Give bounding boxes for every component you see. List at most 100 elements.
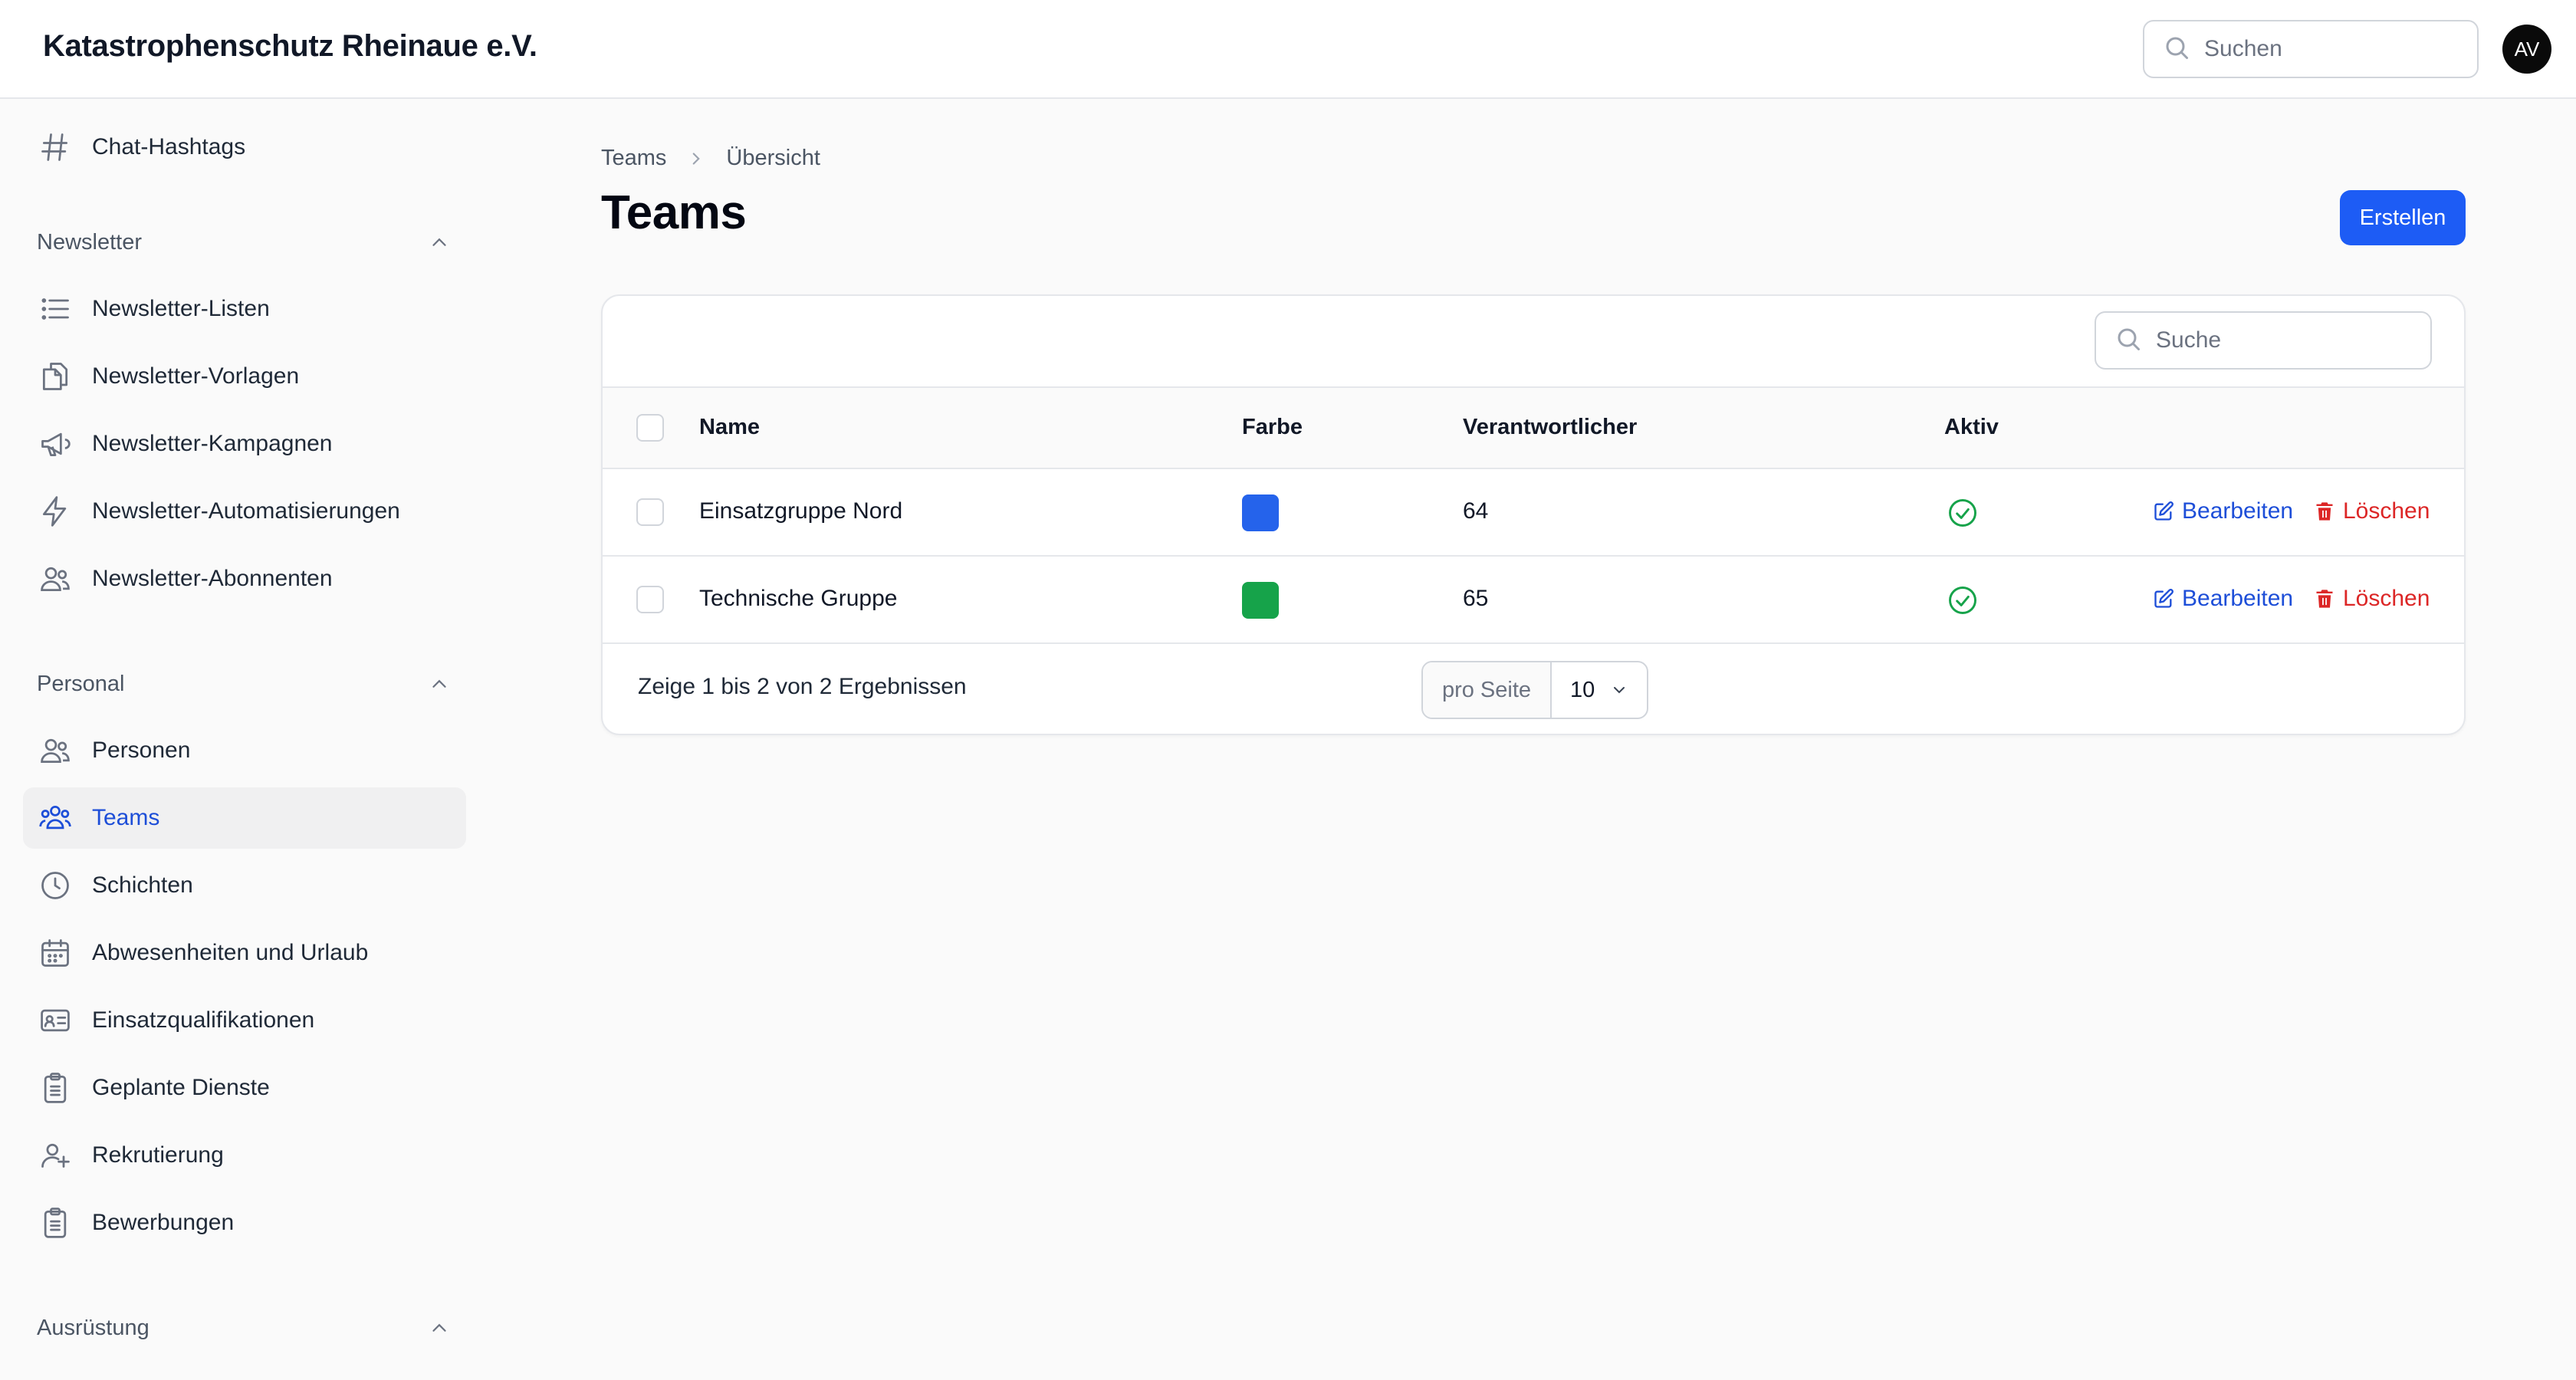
sidebar-item-einsatzqualifikationen[interactable]: Einsatzqualifikationen: [23, 990, 466, 1051]
edit-button[interactable]: Bearbeiten: [2153, 586, 2293, 612]
sidebar-item-geplante-dienste[interactable]: Geplante Dienste: [23, 1057, 466, 1119]
top-bar: Katastrophenschutz Rheinaue e.V. Suchen …: [0, 0, 2576, 99]
per-page-value[interactable]: 10: [1552, 662, 1647, 718]
create-button[interactable]: Erstellen: [2340, 190, 2466, 245]
sidebar-item-newsletter-listen[interactable]: Newsletter-Listen: [23, 278, 466, 340]
team-color-swatch: [1242, 495, 1279, 531]
teams-table-card: Suche Name Farbe Verantwortlicher Aktiv …: [601, 294, 2466, 735]
clipboard-icon: [38, 1071, 72, 1105]
sidebar: Chat-Hashtags Newsletter Newsletter-List…: [0, 100, 491, 1380]
row-checkbox[interactable]: [636, 586, 664, 613]
table-row[interactable]: Einsatzgruppe Nord 64 Bearbeiten Löschen: [603, 469, 2464, 557]
id-card-icon: [38, 1004, 72, 1037]
sidebar-item-label: Chat-Hashtags: [92, 134, 246, 159]
hashtag-icon: [38, 130, 72, 164]
team-responsible: 64: [1463, 498, 1489, 524]
search-icon: [2163, 34, 2190, 65]
pencil-square-icon: [2154, 589, 2174, 608]
users-icon: [38, 734, 72, 767]
delete-label: Löschen: [2343, 586, 2430, 611]
pagination-summary: Zeige 1 bis 2 von 2 Ergebnissen: [638, 674, 967, 699]
clipboard-icon: [38, 1206, 72, 1240]
column-header-verantwortlicher[interactable]: Verantwortlicher: [1463, 415, 1637, 440]
table-row[interactable]: Technische Gruppe 65 Bearbeiten Löschen: [603, 557, 2464, 644]
edit-label: Bearbeiten: [2182, 498, 2294, 524]
calendar-icon: [38, 936, 72, 970]
sidebar-group-personal[interactable]: Personal: [37, 665, 451, 703]
sidebar-item-label: Einsatzqualifikationen: [92, 1007, 315, 1033]
sidebar-item-label: Newsletter-Listen: [92, 296, 270, 321]
sidebar-item-teams[interactable]: Teams: [23, 787, 466, 849]
user-plus-icon: [38, 1138, 72, 1172]
table-header: Name Farbe Verantwortlicher Aktiv: [603, 386, 2464, 469]
sidebar-item-personen[interactable]: Personen: [23, 720, 466, 781]
row-checkbox[interactable]: [636, 498, 664, 526]
edit-button[interactable]: Bearbeiten: [2153, 498, 2293, 524]
chevron-up-icon: [432, 1323, 446, 1332]
sidebar-group-ausruestung[interactable]: Ausrüstung: [37, 1309, 451, 1347]
sidebar-item-label: Personen: [92, 738, 191, 763]
search-placeholder: Suche: [2156, 327, 2222, 353]
list-icon: [38, 292, 72, 326]
check-circle-icon: [1949, 499, 1976, 527]
per-page-select[interactable]: pro Seite 10: [1421, 661, 1648, 719]
column-header-aktiv[interactable]: Aktiv: [1944, 415, 1999, 440]
chevron-up-icon: [432, 238, 446, 246]
search-placeholder: Suchen: [2204, 36, 2282, 61]
per-page-label: pro Seite: [1423, 662, 1552, 718]
trash-icon: [2316, 590, 2333, 608]
global-search-input[interactable]: Suchen: [2143, 20, 2479, 78]
sidebar-item-newsletter-automatisierungen[interactable]: Newsletter-Automatisierungen: [23, 481, 466, 542]
bolt-icon: [38, 495, 72, 528]
column-header-farbe[interactable]: Farbe: [1242, 415, 1303, 440]
search-icon: [2114, 325, 2142, 356]
pencil-square-icon: [2154, 501, 2174, 521]
chevron-down-icon: [1614, 687, 1625, 694]
sidebar-item-label: Abwesenheiten und Urlaub: [92, 940, 369, 965]
page-title: Teams: [601, 186, 747, 239]
sidebar-item-label: Teams: [92, 805, 160, 830]
documents-icon: [38, 360, 72, 393]
edit-label: Bearbeiten: [2182, 586, 2294, 611]
app-title[interactable]: Katastrophenschutz Rheinaue e.V.: [43, 29, 537, 64]
column-header-name[interactable]: Name: [699, 415, 760, 440]
sidebar-group-newsletter[interactable]: Newsletter: [37, 223, 451, 261]
sidebar-item-label: Newsletter-Abonnenten: [92, 566, 333, 591]
sidebar-item-newsletter-vorlagen[interactable]: Newsletter-Vorlagen: [23, 346, 466, 407]
team-color-swatch: [1242, 582, 1279, 619]
chevron-up-icon: [432, 679, 446, 688]
users-icon: [38, 562, 72, 596]
select-all-checkbox[interactable]: [636, 414, 664, 442]
breadcrumb: Teams Übersicht: [601, 146, 820, 171]
sidebar-group-label: Newsletter: [37, 229, 142, 255]
megaphone-icon: [38, 427, 72, 461]
sidebar-item-label: Rekrutierung: [92, 1142, 224, 1168]
sidebar-item-label: Bewerbungen: [92, 1210, 235, 1235]
sidebar-item-schichten[interactable]: Schichten: [23, 855, 466, 916]
user-avatar[interactable]: AV: [2502, 25, 2551, 74]
sidebar-item-newsletter-abonnenten[interactable]: Newsletter-Abonnenten: [23, 548, 466, 610]
sidebar-group-label: Personal: [37, 671, 125, 696]
breadcrumb-teams[interactable]: Teams: [601, 146, 666, 171]
user-group-icon: [38, 801, 72, 835]
chevron-right-icon: [693, 152, 701, 165]
sidebar-item-label: Newsletter-Kampagnen: [92, 431, 333, 456]
table-search-input[interactable]: Suche: [2095, 311, 2432, 370]
sidebar-item-label: Newsletter-Vorlagen: [92, 363, 300, 389]
team-responsible: 65: [1463, 586, 1489, 611]
per-page-value-text: 10: [1570, 677, 1595, 702]
sidebar-item-chat-hashtags[interactable]: Chat-Hashtags: [23, 117, 466, 178]
sidebar-group-label: Ausrüstung: [37, 1315, 150, 1340]
delete-button[interactable]: Löschen: [2314, 586, 2430, 612]
check-circle-icon: [1949, 586, 1976, 614]
sidebar-item-newsletter-kampagnen[interactable]: Newsletter-Kampagnen: [23, 413, 466, 475]
sidebar-item-rekrutierung[interactable]: Rekrutierung: [23, 1125, 466, 1186]
breadcrumb-current: Übersicht: [726, 146, 820, 170]
delete-label: Löschen: [2343, 498, 2430, 524]
sidebar-item-label: Schichten: [92, 872, 193, 898]
sidebar-item-label: Geplante Dienste: [92, 1075, 270, 1100]
sidebar-item-abwesenheiten[interactable]: Abwesenheiten und Urlaub: [23, 922, 466, 984]
sidebar-item-bewerbungen[interactable]: Bewerbungen: [23, 1192, 466, 1254]
delete-button[interactable]: Löschen: [2314, 498, 2430, 524]
clock-icon: [38, 869, 72, 902]
